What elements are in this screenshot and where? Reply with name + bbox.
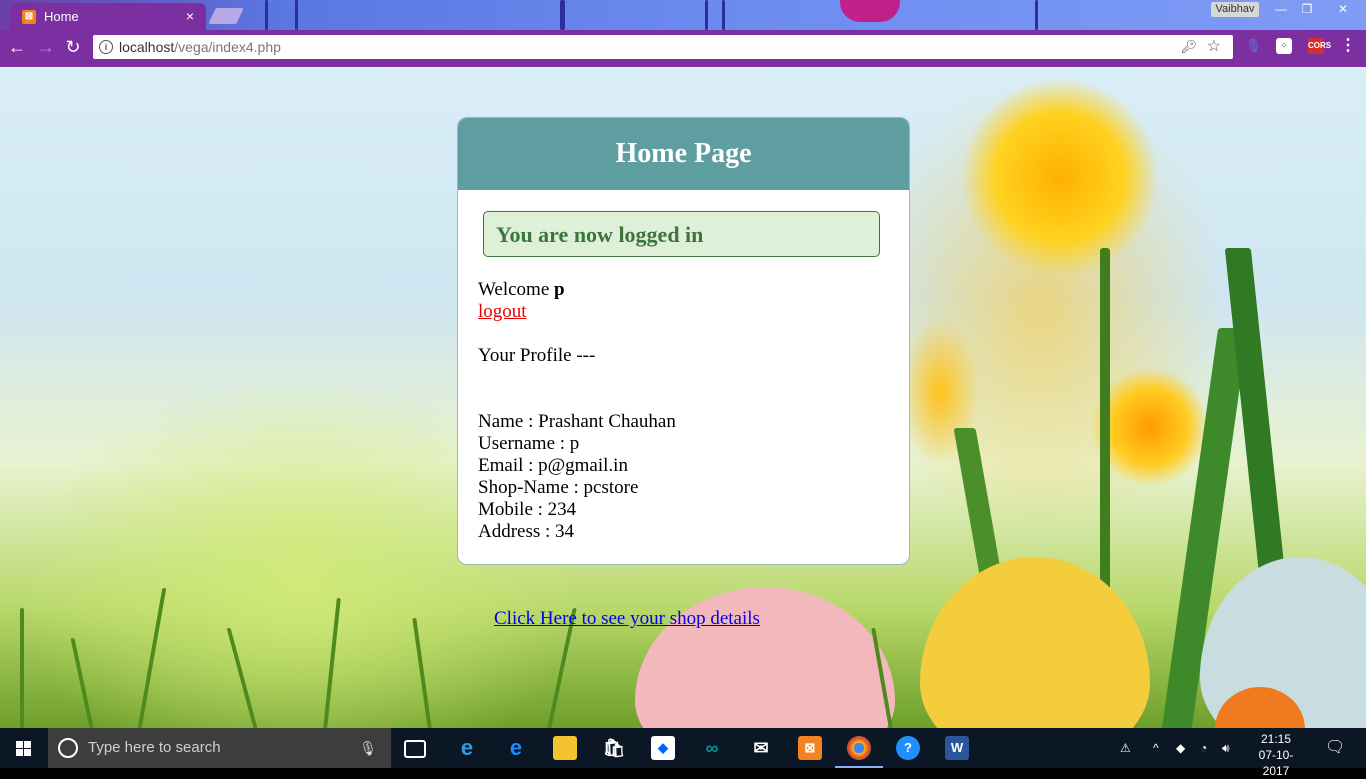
new-tab-button[interactable] [208,8,244,24]
page-title: Home Page [458,118,909,190]
menu-icon[interactable]: ⋮ [1340,38,1356,54]
login-success-alert: You are now logged in [483,211,880,257]
theme-decoration [560,0,565,30]
taskbar-search-box[interactable]: Type here to search 🎙︎ [48,728,391,768]
home-card: Home Page You are now logged in Welcome … [457,117,910,565]
grass [226,628,258,728]
xampp-icon[interactable]: ⊠ [798,736,822,760]
internet-explorer-icon[interactable]: e [455,736,479,760]
chrome-icon[interactable] [847,736,871,760]
edge-icon[interactable]: e [504,736,528,760]
dropbox-icon[interactable]: ◆ [651,736,675,760]
tray-chevron-icon[interactable]: ^ [1153,728,1159,768]
theme-decoration [265,0,268,30]
extension-icon[interactable]: ⁘ [1276,38,1292,54]
tray-dropbox-icon[interactable]: ◆ [1176,728,1185,768]
xampp-favicon-icon: ⊠ [22,9,36,24]
welcome-text: Welcome [478,279,550,300]
forward-icon[interactable]: → [35,36,57,58]
profile-name: Name : Prashant Chauhan [478,411,676,432]
user-info: Welcome p logout Your Profile --- Name :… [478,278,676,543]
welcome-username: p [554,279,565,300]
grass [323,598,341,728]
cors-extension-icon[interactable]: CORS [1308,38,1331,54]
profile-button[interactable]: Vaibhav [1211,2,1259,17]
word-icon[interactable]: W [945,736,969,760]
browser-tabstrip: ⊠ Home × Vaibhav — ❐ ✕ [0,0,1366,30]
reload-icon[interactable]: ↻ [62,36,84,58]
microphone-icon[interactable]: 🎙︎ [359,728,377,768]
theme-decoration [705,0,708,30]
arduino-icon[interactable]: ∞ [700,736,724,760]
yellow-egg-image [920,557,1150,728]
tab-home[interactable]: ⊠ Home × [10,3,206,30]
shop-details-link[interactable]: Click Here to see your shop details [494,608,760,630]
taskbar-clock[interactable]: 21:15 07-10-2017 [1246,731,1306,779]
clock-date: 07-10-2017 [1258,748,1294,778]
profile-shop-name: Shop-Name : pcstore [478,477,639,498]
tab-title: Home [44,9,79,24]
profile-email: Email : p@gmail.in [478,455,628,476]
search-placeholder: Type here to search [88,739,221,756]
theme-decoration [722,0,725,30]
volume-icon[interactable]: 🔊︎ [1222,728,1230,768]
clock-time: 21:15 [1260,732,1292,746]
info-icon[interactable]: i [99,40,113,54]
key-icon[interactable]: 🔑︎ [1180,35,1197,59]
action-center-icon[interactable]: 🗨︎ [1325,728,1345,768]
daffodil-image [960,77,1160,277]
profile-mobile: Mobile : 234 [478,499,577,520]
tab-close-icon[interactable]: × [186,8,194,24]
tray-warning-icon[interactable]: ⚠ [1120,728,1131,768]
grass [137,588,167,728]
mail-icon[interactable]: ✉ [749,736,773,760]
help-icon[interactable]: ? [896,736,920,760]
logout-link[interactable]: logout [478,301,527,322]
window-close-icon[interactable]: ✕ [1320,0,1366,18]
address-bar[interactable]: i localhost/vega/index4.php 🔑︎ ☆ [93,35,1233,59]
theme-decoration [295,0,298,30]
store-icon[interactable]: 🛍︎ [602,736,626,760]
profile-address: Address : 34 [478,521,575,542]
start-button[interactable] [0,728,48,768]
cortana-icon [58,738,78,758]
url-text: localhost/vega/index4.php [119,39,281,55]
task-view-icon[interactable] [404,740,426,758]
bookmark-star-icon[interactable]: ☆ [1207,35,1221,59]
theme-decoration [1035,0,1038,30]
theme-decoration [840,0,900,22]
grass [412,618,432,728]
windows-logo-icon [16,741,23,748]
restore-icon[interactable]: ❐ [1294,0,1320,18]
file-explorer-icon[interactable] [553,736,577,760]
profile-username: Username : p [478,433,580,454]
grass [70,638,94,728]
wifi-icon[interactable]: ◔ [1200,728,1207,768]
windows-taskbar: Type here to search 🎙︎ e e 🛍︎ ◆ ∞ ✉ ⊠ ? … [0,728,1366,778]
profile-heading: Your Profile --- [478,345,596,366]
grass [20,608,24,728]
back-icon[interactable]: ← [6,36,28,58]
mic-extension-icon[interactable]: 🎙︎ [1245,38,1262,54]
minimize-icon[interactable]: — [1268,0,1294,18]
